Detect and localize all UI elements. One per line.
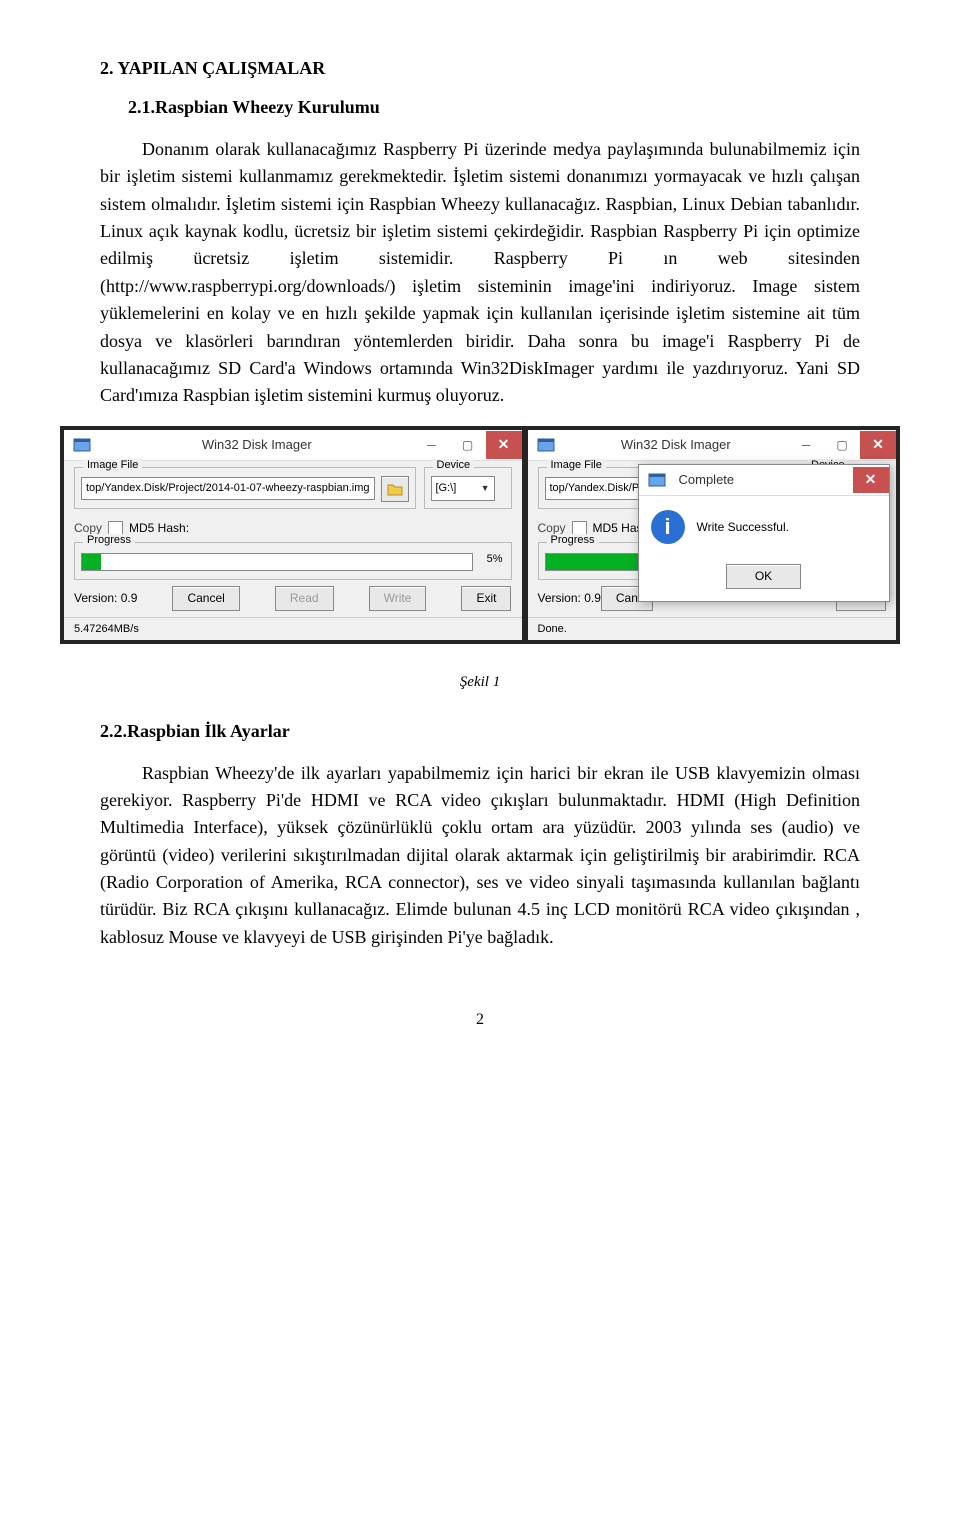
progress-label: Progress: [83, 534, 135, 546]
window-title: Win32 Disk Imager: [564, 437, 789, 452]
figure-caption: Şekil 1: [100, 674, 860, 691]
close-button[interactable]: ✕: [860, 431, 896, 459]
win32-left: Win32 Disk Imager ─ ▢ ✕ Image File top/Y…: [64, 430, 522, 640]
dialog-icon: [647, 470, 667, 490]
titlebar: Win32 Disk Imager ─ ▢ ✕: [528, 430, 897, 461]
md5-label: MD5 Hash:: [129, 521, 189, 535]
minimize-button[interactable]: ─: [414, 431, 450, 459]
app-icon: [536, 435, 556, 455]
dialog-message: Write Successful.: [697, 520, 789, 534]
cancel-button[interactable]: Cancel: [172, 586, 239, 611]
chevron-down-icon: ▼: [481, 483, 490, 493]
version-label: Version: 0.9: [74, 591, 137, 605]
subsection-2-heading: 2.2.Raspbian İlk Ayarlar: [100, 721, 860, 742]
status-bar: 5.47264MB/s: [64, 617, 522, 640]
status-bar: Done.: [528, 617, 897, 640]
progress-label: Progress: [547, 534, 599, 546]
win32-right: Win32 Disk Imager ─ ▢ ✕ Image File top/Y…: [528, 430, 897, 640]
device-label: Device: [433, 459, 475, 471]
close-button[interactable]: ✕: [486, 431, 522, 459]
page-number: 2: [100, 1011, 860, 1029]
complete-dialog: Complete ✕ i Write Successful. OK: [638, 464, 890, 602]
exit-button[interactable]: Exit: [461, 586, 511, 611]
maximize-button[interactable]: ▢: [824, 431, 860, 459]
app-icon: [72, 435, 92, 455]
image-path-input[interactable]: top/Yandex.Disk/Project/2014-01-07-wheez…: [81, 477, 375, 500]
image-file-label: Image File: [83, 459, 142, 471]
ok-button[interactable]: OK: [726, 564, 801, 589]
section-heading: 2. YAPILAN ÇALIŞMALAR: [100, 58, 860, 79]
window-title: Win32 Disk Imager: [100, 437, 414, 452]
paragraph-1: Donanım olarak kullanacağımız Raspberry …: [100, 136, 860, 410]
write-button[interactable]: Write: [369, 586, 427, 611]
paragraph-2: Raspbian Wheezy'de ilk ayarları yapabilm…: [100, 760, 860, 952]
progress-bar: [81, 553, 473, 571]
device-dropdown[interactable]: [G:\] ▼: [431, 476, 495, 501]
dialog-close-button[interactable]: ✕: [853, 467, 889, 493]
progress-percent: 5%: [487, 553, 503, 565]
dialog-title: Complete: [675, 472, 853, 487]
maximize-button[interactable]: ▢: [450, 431, 486, 459]
read-button[interactable]: Read: [275, 586, 334, 611]
browse-button[interactable]: [381, 476, 409, 502]
minimize-button[interactable]: ─: [788, 431, 824, 459]
device-value: [G:\]: [436, 482, 457, 494]
info-icon: i: [651, 510, 685, 544]
image-file-label: Image File: [547, 459, 606, 471]
figure-1: Win32 Disk Imager ─ ▢ ✕ Image File top/Y…: [60, 426, 900, 644]
version-label: Version: 0.9: [538, 591, 601, 605]
titlebar: Win32 Disk Imager ─ ▢ ✕: [64, 430, 522, 461]
subsection-heading: 2.1.Raspbian Wheezy Kurulumu: [128, 97, 860, 118]
